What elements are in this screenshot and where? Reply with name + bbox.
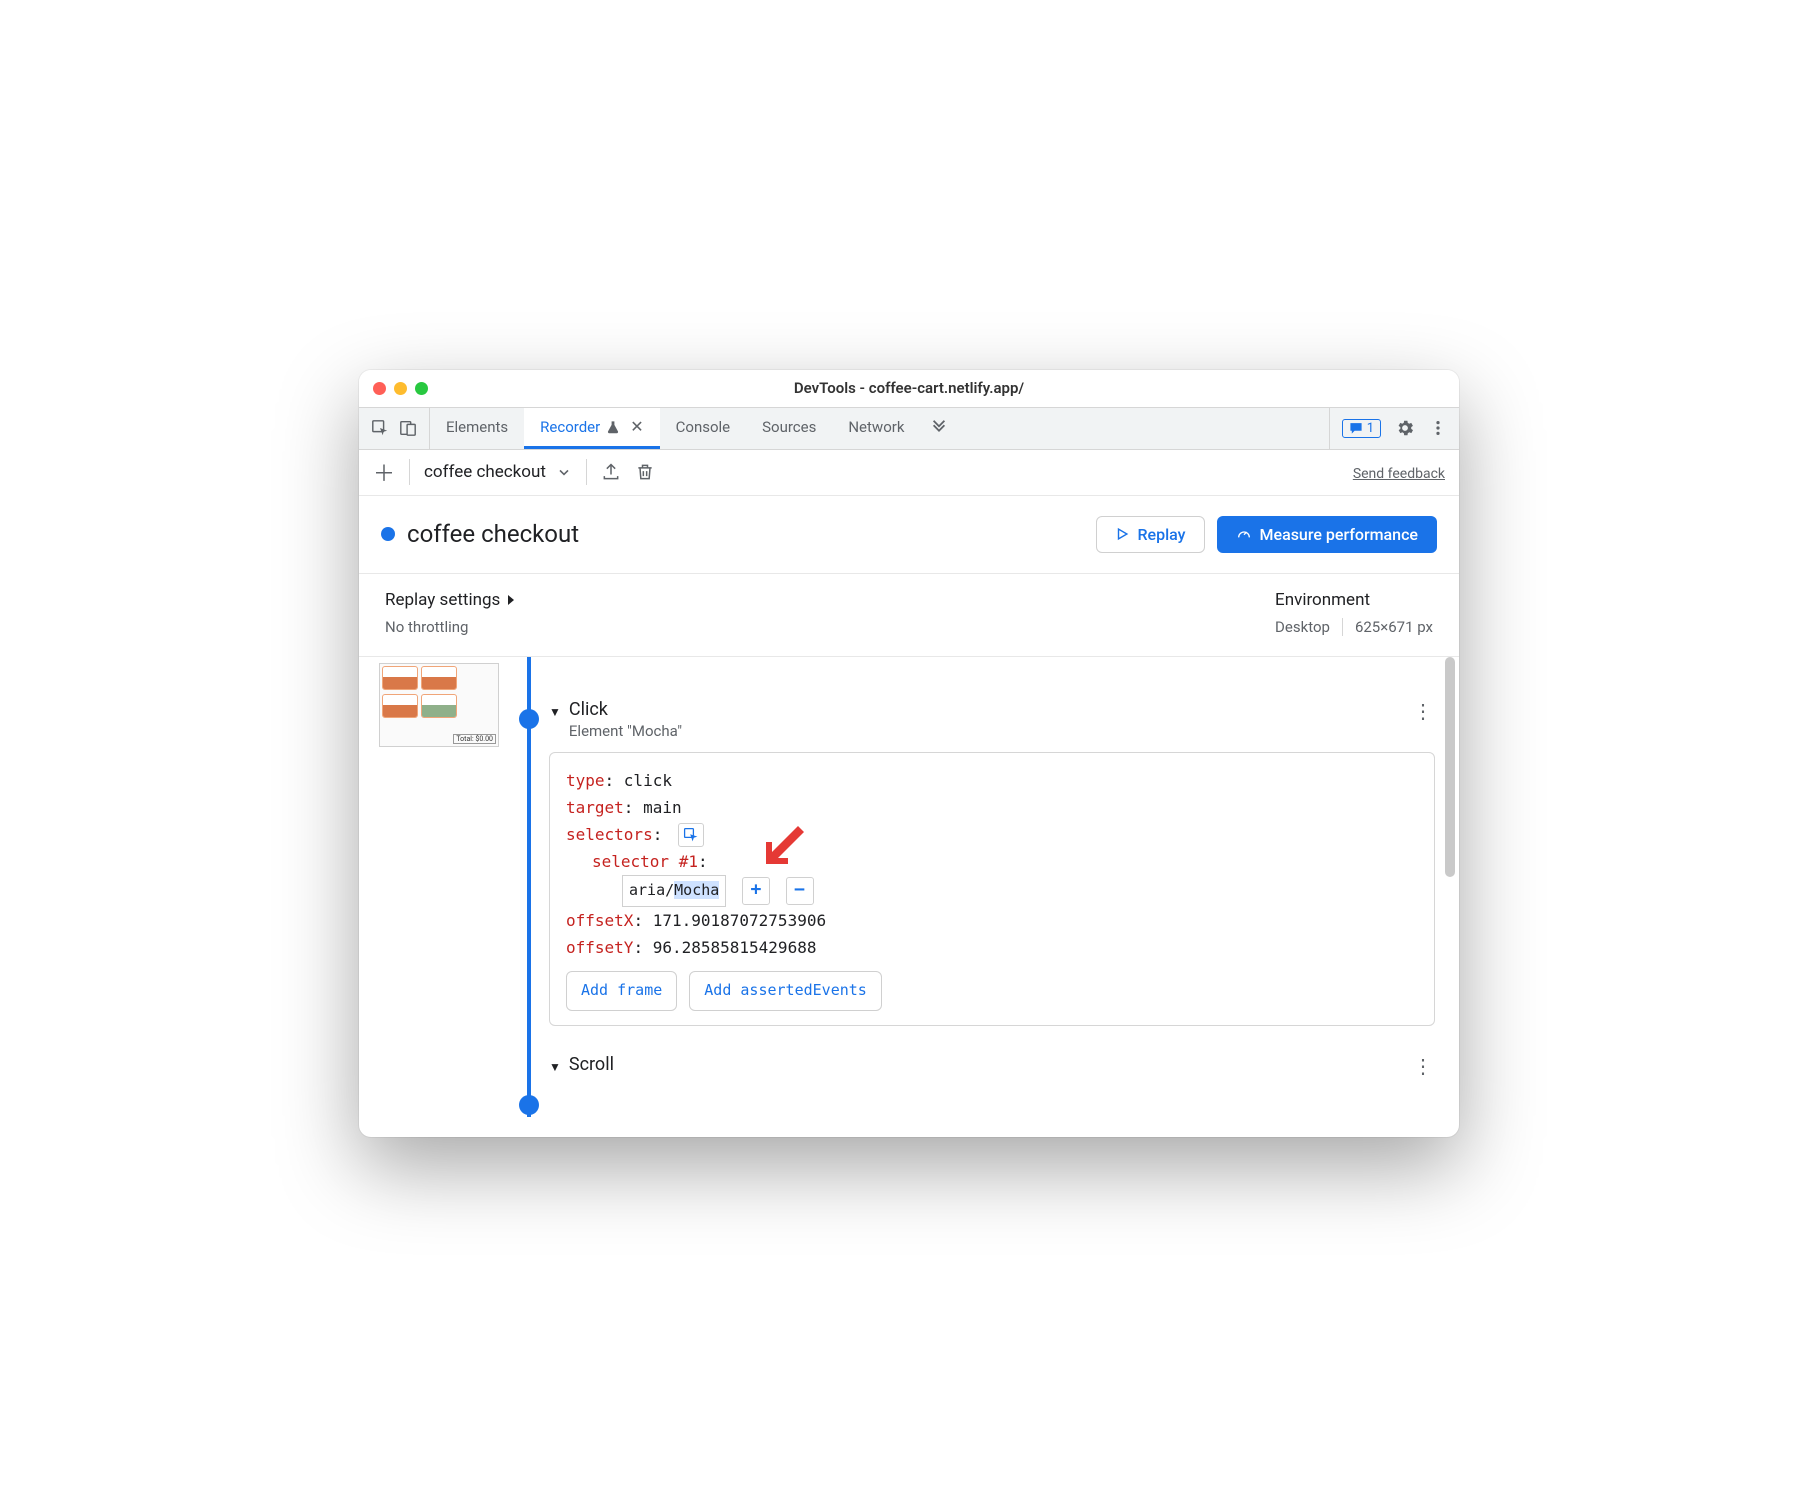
tab-network[interactable]: Network xyxy=(832,408,920,449)
divider xyxy=(586,459,587,485)
play-icon xyxy=(1115,527,1129,541)
tab-sources[interactable]: Sources xyxy=(746,408,832,449)
chevron-down-icon[interactable]: ▼ xyxy=(549,1060,561,1074)
close-window-icon[interactable] xyxy=(373,382,386,395)
thumbnail-column: Total: $0.00 xyxy=(379,657,509,1117)
tab-recorder[interactable]: Recorder ✕ xyxy=(524,408,659,449)
export-icon[interactable] xyxy=(601,462,621,482)
flow-header: coffee checkout Replay Measure performan… xyxy=(359,496,1459,574)
environment-label: Environment xyxy=(1275,590,1433,610)
env-device: Desktop xyxy=(1275,618,1330,636)
step-body: type: click target: main selectors: xyxy=(549,752,1435,1026)
scrollbar[interactable] xyxy=(1445,657,1455,877)
device-toggle-icon[interactable] xyxy=(399,419,417,437)
replay-settings-toggle[interactable]: Replay settings xyxy=(385,590,516,610)
inspect-controls xyxy=(359,408,430,449)
env-viewport: 625×671 px xyxy=(1355,618,1433,636)
timeline-dot-icon xyxy=(519,709,539,729)
step-kebab-icon[interactable]: ⋮ xyxy=(1413,699,1435,723)
timeline: Total: $0.00 ▼ Click Element "Mocha" ⋮ xyxy=(359,657,1459,1137)
timeline-rail xyxy=(509,657,549,1117)
remove-selector-button[interactable]: − xyxy=(786,877,814,905)
step-title: Scroll xyxy=(569,1054,614,1075)
selector-picker-button[interactable] xyxy=(678,823,704,847)
maximize-window-icon[interactable] xyxy=(415,382,428,395)
flow-select[interactable]: coffee checkout xyxy=(424,462,572,482)
minimize-window-icon[interactable] xyxy=(394,382,407,395)
steps-column: ▼ Click Element "Mocha" ⋮ type: click ta… xyxy=(549,657,1439,1117)
new-recording-button[interactable]: ＋ xyxy=(373,456,395,488)
step-click: ▼ Click Element "Mocha" ⋮ type: click ta… xyxy=(549,699,1435,1026)
flask-icon xyxy=(606,420,620,434)
window-title: DevTools - coffee-cart.netlify.app/ xyxy=(359,379,1459,397)
annotation-arrow-icon xyxy=(762,820,810,868)
titlebar: DevTools - coffee-cart.netlify.app/ xyxy=(359,370,1459,408)
devtools-tabsbar: Elements Recorder ✕ Console Sources Netw… xyxy=(359,408,1459,450)
close-tab-icon[interactable]: ✕ xyxy=(630,417,643,436)
devtools-window: DevTools - coffee-cart.netlify.app/ Elem… xyxy=(359,370,1459,1137)
chevron-down-icon xyxy=(556,464,572,480)
add-asserted-events-button[interactable]: Add assertedEvents xyxy=(689,971,882,1011)
settings-gear-icon[interactable] xyxy=(1395,418,1415,438)
add-selector-button[interactable]: + xyxy=(742,877,770,905)
step-scroll: ▼ Scroll ⋮ xyxy=(549,1054,1435,1078)
traffic-lights xyxy=(373,382,428,395)
tabsbar-right: 1 xyxy=(1329,408,1459,449)
step-subtitle: Element "Mocha" xyxy=(569,722,682,740)
measure-performance-button[interactable]: Measure performance xyxy=(1217,516,1438,553)
gauge-icon xyxy=(1236,526,1252,542)
flow-status-dot-icon xyxy=(381,527,395,541)
send-feedback-link[interactable]: Send feedback xyxy=(1353,466,1445,482)
chevron-down-icon[interactable]: ▼ xyxy=(549,705,561,719)
step-thumbnail: Total: $0.00 xyxy=(379,663,499,747)
replay-button[interactable]: Replay xyxy=(1096,516,1204,553)
timeline-dot-icon xyxy=(519,1095,539,1115)
inspect-element-icon[interactable] xyxy=(371,419,389,437)
divider xyxy=(1342,618,1343,636)
tab-console[interactable]: Console xyxy=(660,408,747,449)
panel-tabs: Elements Recorder ✕ Console Sources Netw… xyxy=(430,408,1329,449)
selector-value-input[interactable]: aria/Mocha xyxy=(622,875,726,907)
divider xyxy=(409,459,410,485)
settings-row: Replay settings No throttling Environmen… xyxy=(359,574,1459,657)
add-frame-button[interactable]: Add frame xyxy=(566,971,677,1011)
delete-icon[interactable] xyxy=(635,462,655,482)
flow-title: coffee checkout xyxy=(407,520,579,548)
tab-elements[interactable]: Elements xyxy=(430,408,524,449)
step-kebab-icon[interactable]: ⋮ xyxy=(1413,1054,1435,1078)
chevron-right-icon xyxy=(506,595,516,605)
more-tabs-icon[interactable] xyxy=(920,408,958,449)
recorder-toolbar: ＋ coffee checkout Send feedback xyxy=(359,450,1459,496)
kebab-menu-icon[interactable] xyxy=(1429,419,1447,437)
throttling-value: No throttling xyxy=(385,618,516,636)
step-title: Click xyxy=(569,699,682,720)
issues-badge[interactable]: 1 xyxy=(1342,419,1381,438)
